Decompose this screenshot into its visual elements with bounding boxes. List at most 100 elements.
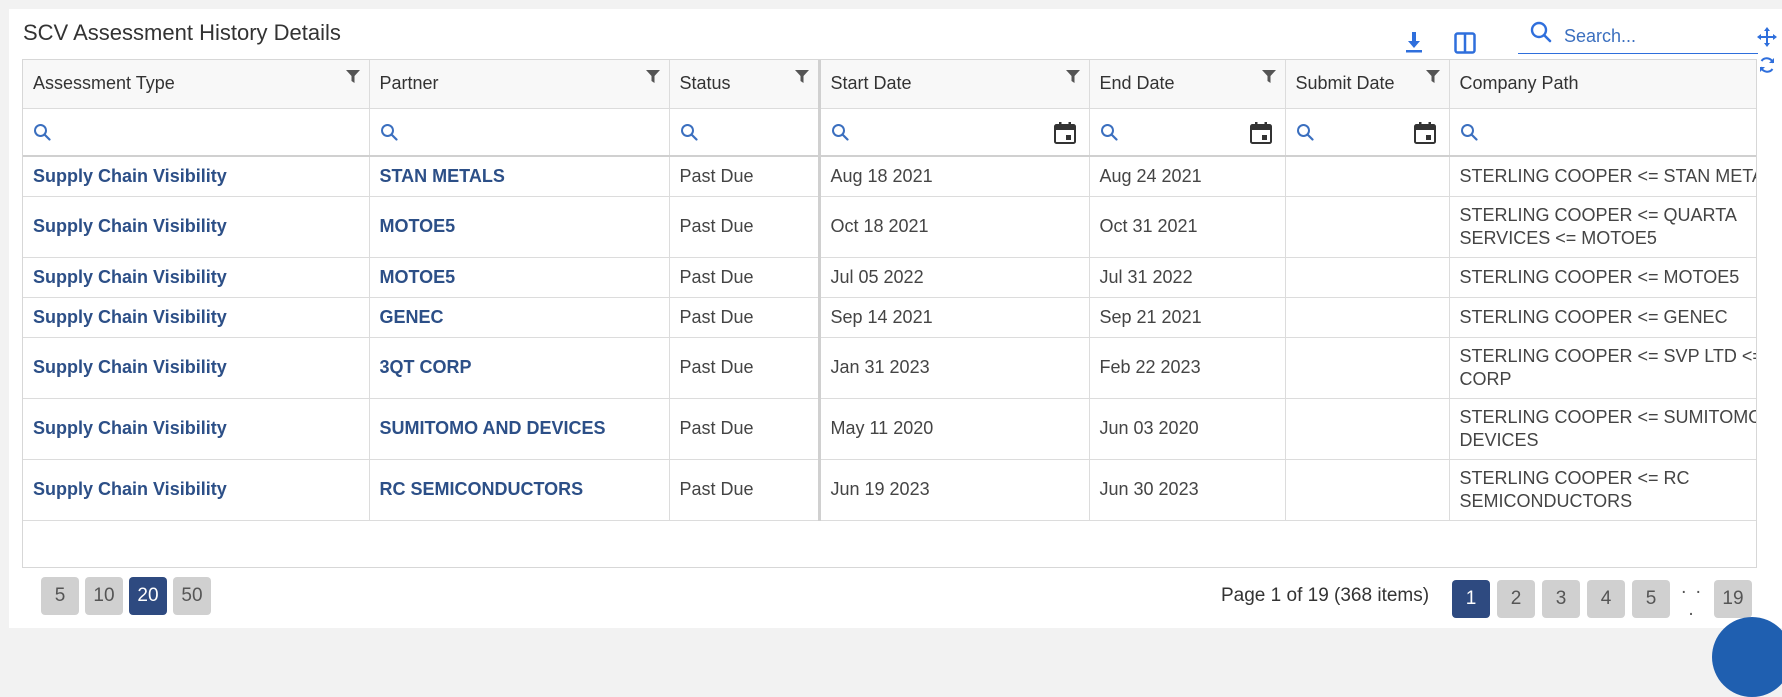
cell-assessment-type[interactable]: Supply Chain Visibility (23, 156, 370, 197)
cell-assessment-type[interactable]: Supply Chain Visibility (23, 196, 370, 258)
table-row[interactable]: Supply Chain Visibility MOTOE5 Past Due Oct… (23, 196, 1756, 258)
filter-icon[interactable] (345, 69, 361, 85)
cell-submit-date (1285, 337, 1450, 399)
column-header-submit-date[interactable]: Submit Date (1285, 60, 1450, 109)
cell-partner[interactable]: GENEC (369, 297, 670, 338)
filter-row (23, 108, 1756, 157)
cell-assessment-type[interactable]: Supply Chain Visibility (23, 337, 370, 399)
column-header-status[interactable]: Status (669, 60, 821, 109)
cell-start-date: Sep 14 2021 (819, 297, 1090, 338)
column-header-start-date[interactable]: Start Date (819, 60, 1090, 109)
download-icon[interactable] (1402, 30, 1426, 54)
cell-company-path: STERLING COOPER <= GENEC (1449, 297, 1756, 338)
filter-cell-status[interactable] (669, 108, 821, 157)
help-button[interactable] (1712, 617, 1782, 697)
cell-status: Past Due (669, 156, 821, 197)
page-button[interactable]: 3 (1542, 580, 1580, 618)
calendar-icon[interactable] (1053, 121, 1077, 151)
page-size-button[interactable]: 10 (85, 577, 123, 615)
cell-partner[interactable]: SUMITOMO AND DEVICES (369, 398, 670, 460)
page-button[interactable]: 5 (1632, 580, 1670, 618)
cell-assessment-type[interactable]: Supply Chain Visibility (23, 257, 370, 298)
cell-submit-date (1285, 398, 1450, 460)
cell-assessment-type[interactable]: Supply Chain Visibility (23, 297, 370, 338)
search-icon (1296, 123, 1314, 147)
search-icon (1100, 123, 1118, 147)
page-button[interactable]: 2 (1497, 580, 1535, 618)
column-header-end-date[interactable]: End Date (1089, 60, 1286, 109)
table-row[interactable]: Supply Chain Visibility GENEC Past Due Sep … (23, 297, 1756, 338)
cell-assessment-type[interactable]: Supply Chain Visibility (23, 398, 370, 460)
cell-end-date: Oct 31 2021 (1089, 196, 1286, 258)
search-icon (680, 123, 698, 147)
cell-end-date: Jul 31 2022 (1089, 257, 1286, 298)
calendar-icon[interactable] (1249, 121, 1273, 151)
cell-status: Past Due (669, 459, 821, 521)
cell-company-path: STERLING COOPER <= MOTOE5 (1449, 257, 1756, 298)
cell-status: Past Due (669, 297, 821, 338)
cell-assessment-type[interactable]: Supply Chain Visibility (23, 459, 370, 521)
filter-icon[interactable] (1065, 69, 1081, 85)
table-row[interactable]: Supply Chain Visibility RC SEMICONDUCTORS… (23, 459, 1756, 521)
table-row[interactable]: Supply Chain Visibility 3QT CORP Past Due J… (23, 337, 1756, 399)
filter-icon[interactable] (1425, 69, 1441, 85)
cell-company-path: STERLING COOPER <= STAN METALS (1449, 156, 1756, 197)
column-header-partner[interactable]: Partner (369, 60, 670, 109)
cell-company-path: STERLING COOPER <= SUMITOMO AND DEVICES (1449, 398, 1756, 460)
cell-status: Past Due (669, 257, 821, 298)
assessment-grid: Assessment Type Partner Status Start Dat… (22, 59, 1757, 568)
page-size-button[interactable]: 5 (41, 577, 79, 615)
cell-submit-date (1285, 196, 1450, 258)
cell-company-path: STERLING COOPER <= RC SEMICONDUCTORS (1449, 459, 1756, 521)
cell-status: Past Due (669, 196, 821, 258)
cell-partner[interactable]: MOTOE5 (369, 257, 670, 298)
cell-partner[interactable]: STAN METALS (369, 156, 670, 197)
calendar-icon[interactable] (1413, 121, 1437, 151)
cell-end-date: Feb 22 2023 (1089, 337, 1286, 399)
cell-start-date: Aug 18 2021 (819, 156, 1090, 197)
cell-start-date: Jun 19 2023 (819, 459, 1090, 521)
cell-status: Past Due (669, 337, 821, 399)
cell-status: Past Due (669, 398, 821, 460)
columns-icon[interactable] (1452, 30, 1478, 56)
filter-cell-assessment-type[interactable] (23, 108, 370, 157)
filter-icon[interactable] (645, 69, 661, 85)
page-button[interactable]: 4 (1587, 580, 1625, 618)
pager-info: Page 1 of 19 (368 items) (1221, 585, 1430, 606)
move-icon[interactable] (1756, 26, 1778, 48)
cell-end-date: Sep 21 2021 (1089, 297, 1286, 338)
page-button[interactable]: 1 (1452, 580, 1490, 618)
grid-search[interactable] (1518, 20, 1758, 54)
table-row[interactable]: Supply Chain Visibility SUMITOMO AND DEVI… (23, 398, 1756, 460)
page-button-last[interactable]: 19 (1714, 580, 1752, 618)
page-title: SCV Assessment History Details (23, 20, 341, 45)
table-row[interactable]: Supply Chain Visibility STAN METALS Past D… (23, 156, 1756, 197)
column-header-assessment-type[interactable]: Assessment Type (23, 60, 370, 109)
cell-partner[interactable]: RC SEMICONDUCTORS (369, 459, 670, 521)
cell-partner[interactable]: 3QT CORP (369, 337, 670, 399)
filter-icon[interactable] (794, 69, 810, 85)
filter-icon[interactable] (1261, 69, 1277, 85)
filter-cell-start-date[interactable] (819, 108, 1090, 157)
cell-end-date: Aug 24 2021 (1089, 156, 1286, 197)
cell-submit-date (1285, 459, 1450, 521)
page-size-selector: 5 10 20 50 (41, 577, 211, 615)
refresh-icon[interactable] (1756, 54, 1778, 76)
table-row[interactable]: Supply Chain Visibility MOTOE5 Past Due Jul… (23, 257, 1756, 298)
cell-start-date: Jan 31 2023 (819, 337, 1090, 399)
search-icon (33, 123, 51, 147)
column-header-company-path[interactable]: Company Path (1449, 60, 1756, 109)
page-size-button[interactable]: 20 (129, 577, 167, 615)
search-icon (1530, 21, 1552, 48)
cell-submit-date (1285, 257, 1450, 298)
filter-cell-end-date[interactable] (1089, 108, 1286, 157)
search-input[interactable] (1564, 26, 1754, 47)
search-icon (831, 123, 849, 147)
filter-cell-company-path[interactable] (1449, 108, 1756, 157)
filter-cell-submit-date[interactable] (1285, 108, 1450, 157)
filter-cell-partner[interactable] (369, 108, 670, 157)
cell-company-path: STERLING COOPER <= QUARTA SERVICES <= MO… (1449, 196, 1756, 258)
cell-partner[interactable]: MOTOE5 (369, 196, 670, 258)
page-size-button[interactable]: 50 (173, 577, 211, 615)
cell-start-date: May 11 2020 (819, 398, 1090, 460)
